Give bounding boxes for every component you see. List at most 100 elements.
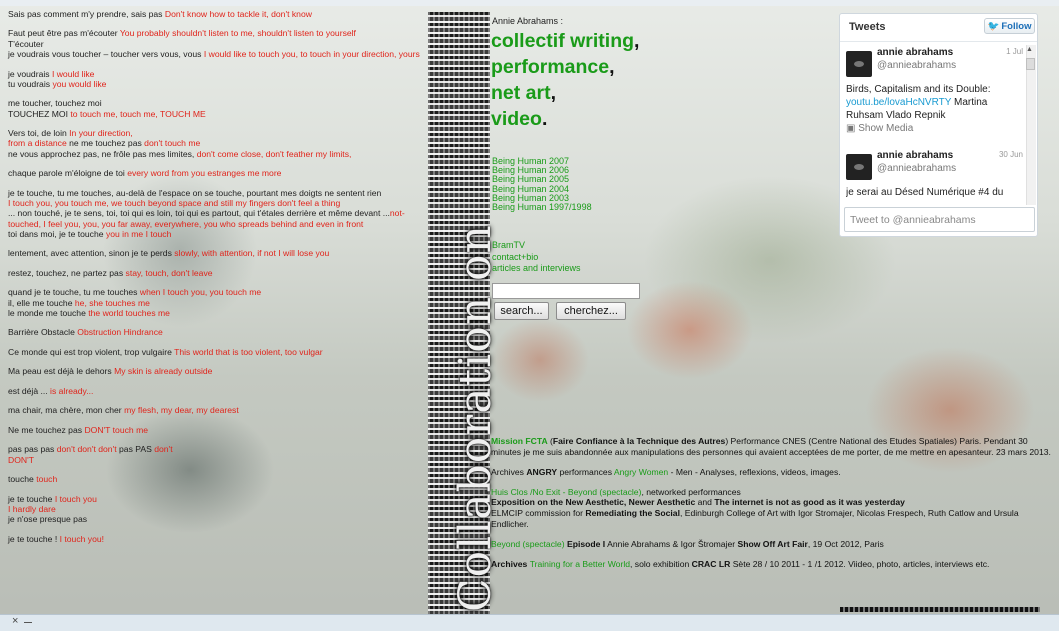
poem-french: lentement, avec attention, sinon je te p…	[8, 248, 172, 259]
poem-french: Ma peau est déjà le dehors	[8, 366, 112, 377]
hero-punct: ,	[550, 82, 557, 104]
poem-french: est déjà ...	[8, 385, 48, 396]
poem-stanza: lentement, avec attention, sinon je te p…	[8, 248, 428, 258]
project-bold: Archives	[491, 558, 530, 569]
show-media-link[interactable]: ▣ Show Media	[846, 123, 913, 134]
project-bold: Faire Confiance à la Technique des Autre…	[552, 436, 726, 446]
link-huis-clos[interactable]: Huis Clos /No Exit - Beyond (spectacle)	[491, 487, 641, 497]
project-bold: The internet is not as good as it was ye…	[714, 497, 905, 508]
findbar-underline	[24, 622, 32, 623]
collaboration-strip-image: Collaboration on	[428, 12, 501, 614]
poem-french: me toucher, touchez moi	[8, 98, 102, 109]
hero-link-net-art[interactable]: net art	[491, 82, 551, 104]
poem-stanza: je voudrais I would like tu voudrais you …	[8, 69, 428, 90]
poem-french: ne me touchez pas	[69, 138, 142, 149]
poem-stanza: chaque parole m'éloigne de toi every wor…	[8, 168, 428, 178]
link-contact-bio[interactable]: contact+bio	[492, 252, 581, 264]
cherchez-button[interactable]: cherchez...	[556, 302, 626, 320]
poem-french: je te touche	[8, 493, 53, 504]
tweet-date[interactable]: 1 Jul	[1006, 47, 1023, 56]
being-human-links: Being Human 2007 Being Human 2006 Being …	[492, 156, 592, 212]
poem-stanza: Ma peau est déjà le dehors My skin is al…	[8, 366, 428, 376]
poem-english: In your direction,	[69, 128, 133, 139]
link-angry-women[interactable]: Angry Women	[614, 467, 668, 477]
poem-english: is already...	[50, 385, 94, 396]
link-being-human-1997[interactable]: Being Human 1997/1998	[492, 202, 592, 212]
poem-stanza: Faut peut être pas m'écouter You probabl…	[8, 28, 428, 59]
close-icon[interactable]: ×	[12, 615, 18, 627]
poem-english: he, she touches me	[74, 297, 150, 308]
poem-french: chaque parole m'éloigne de toi	[8, 168, 125, 179]
avatar[interactable]	[846, 51, 872, 77]
hero-link-performance[interactable]: performance	[491, 56, 609, 78]
tweet-body: je serai au Désed Numérique #4 du	[846, 187, 1004, 198]
poem-english: every word from you estranges me more	[127, 168, 282, 179]
scroll-up-icon[interactable]: ▲	[1026, 46, 1033, 53]
link-beyond-spectacle[interactable]: Beyond (spectacle)	[491, 539, 565, 549]
poem-french: Ne me touchez pas	[8, 424, 83, 435]
project-item: Mission FCTA (Faire Confiance à la Techn…	[491, 436, 1051, 457]
poem-stanza: je te touche I touch you I hardly dare je …	[8, 494, 428, 525]
poem-french: je te touche, tu me touches, au-delà de …	[8, 187, 382, 198]
project-text: and	[695, 497, 715, 508]
poem-english: Obstruction Hindrance	[77, 327, 163, 338]
hero-punct: .	[541, 108, 548, 130]
link-mission-fcta[interactable]: Mission FCTA	[491, 436, 548, 446]
hero-link-collectif-writing[interactable]: collectif writing	[491, 30, 634, 52]
poem-english: I would like	[51, 68, 95, 79]
tweet-body: Birds, Capitalism and its Double: youtu.…	[846, 83, 1023, 122]
poem-english: I touch you	[54, 493, 97, 504]
tweet-compose-input[interactable]: Tweet to @annieabrahams	[844, 207, 1035, 232]
poem-french: il, elle me touche	[8, 297, 73, 308]
poem-french: Ce monde qui est trop violent, trop vulg…	[8, 346, 172, 357]
poem-stanza: Sais pas comment m'y prendre, sais pas D…	[8, 9, 428, 19]
tweet-text: Birds, Capitalism and its Double:	[846, 84, 991, 95]
search-input[interactable]	[492, 283, 640, 299]
project-text: - Men - Analyses, reflexions, videos, im…	[668, 466, 841, 477]
poem-english: I touch you, you touch me, we touch beyo…	[8, 197, 341, 208]
tweet-date[interactable]: 30 Jun	[999, 150, 1023, 159]
media-icon: ▣	[846, 123, 856, 134]
link-articles-interviews[interactable]: articles and interviews	[492, 263, 581, 275]
link-training-better-world[interactable]: Training for a Better World	[530, 559, 630, 569]
tweet-link[interactable]: youtu.be/lovaHcNVRTY	[846, 97, 951, 108]
project-item: Archives Training for a Better World, so…	[491, 559, 1051, 570]
tweet-handle[interactable]: @annieabrahams	[877, 163, 956, 174]
poem-french: pas pas pas	[8, 444, 55, 455]
search-button[interactable]: search...	[494, 302, 549, 320]
project-text: , networked performances	[641, 486, 741, 497]
poem-english: I touch you!	[59, 533, 105, 544]
hero-link-video[interactable]: video	[491, 108, 542, 130]
tweet-author[interactable]: annie abrahams	[877, 47, 953, 58]
poem-english: to touch me, touch me, TOUCH ME	[70, 108, 206, 119]
hero-punct: ,	[609, 56, 615, 78]
poem-english: DON'T touch me	[84, 424, 149, 435]
poem-english: DON'T	[8, 454, 34, 465]
project-text: ELMCIP commission for	[491, 507, 586, 518]
poem-stanza: est déjà ... is already...	[8, 386, 428, 396]
project-item: Archives ANGRY performances Angry Women …	[491, 467, 1051, 478]
show-media-label: Show Media	[858, 123, 914, 134]
poem-english: My skin is already outside	[114, 366, 213, 377]
divider	[840, 41, 1037, 42]
poem-english: don't come close, don't feather my limit…	[196, 148, 352, 159]
poem-french: Vers toi, de loin	[8, 128, 67, 139]
link-bramtv[interactable]: BramTV	[492, 240, 581, 252]
poem-french: Sais pas comment m'y prendre, sais pas	[8, 9, 163, 19]
tweet-item[interactable]: annie abrahams @annieabrahams 30 Jun je …	[846, 150, 1023, 202]
poem-english: stay, touch, don't leave	[125, 267, 213, 278]
poem-stanza: me toucher, touchez moi TOUCHEZ MOI to to…	[8, 98, 428, 119]
poem-french: je te touche !	[8, 533, 58, 544]
poem-french: ... non touché, je te sens, toi, toi qui…	[8, 208, 390, 219]
poem-stanza: Vers toi, de loin In your direction, from…	[8, 128, 428, 159]
tweet-handle[interactable]: @annieabrahams	[877, 60, 956, 71]
tweets-title: Tweets	[849, 21, 886, 33]
poem-french: Barrière Obstacle	[8, 327, 75, 338]
poem-english: don't don't don't	[56, 444, 117, 455]
tweet-author[interactable]: annie abrahams	[877, 150, 953, 161]
poem-stanza: pas pas pas don't don't don't pas PAS do…	[8, 444, 428, 465]
scrollbar-thumb[interactable]	[1026, 58, 1035, 70]
poem-english: my flesh, my dear, my dearest	[124, 405, 239, 416]
follow-button[interactable]: 🐦 Follow	[984, 18, 1035, 34]
avatar[interactable]	[846, 154, 872, 180]
